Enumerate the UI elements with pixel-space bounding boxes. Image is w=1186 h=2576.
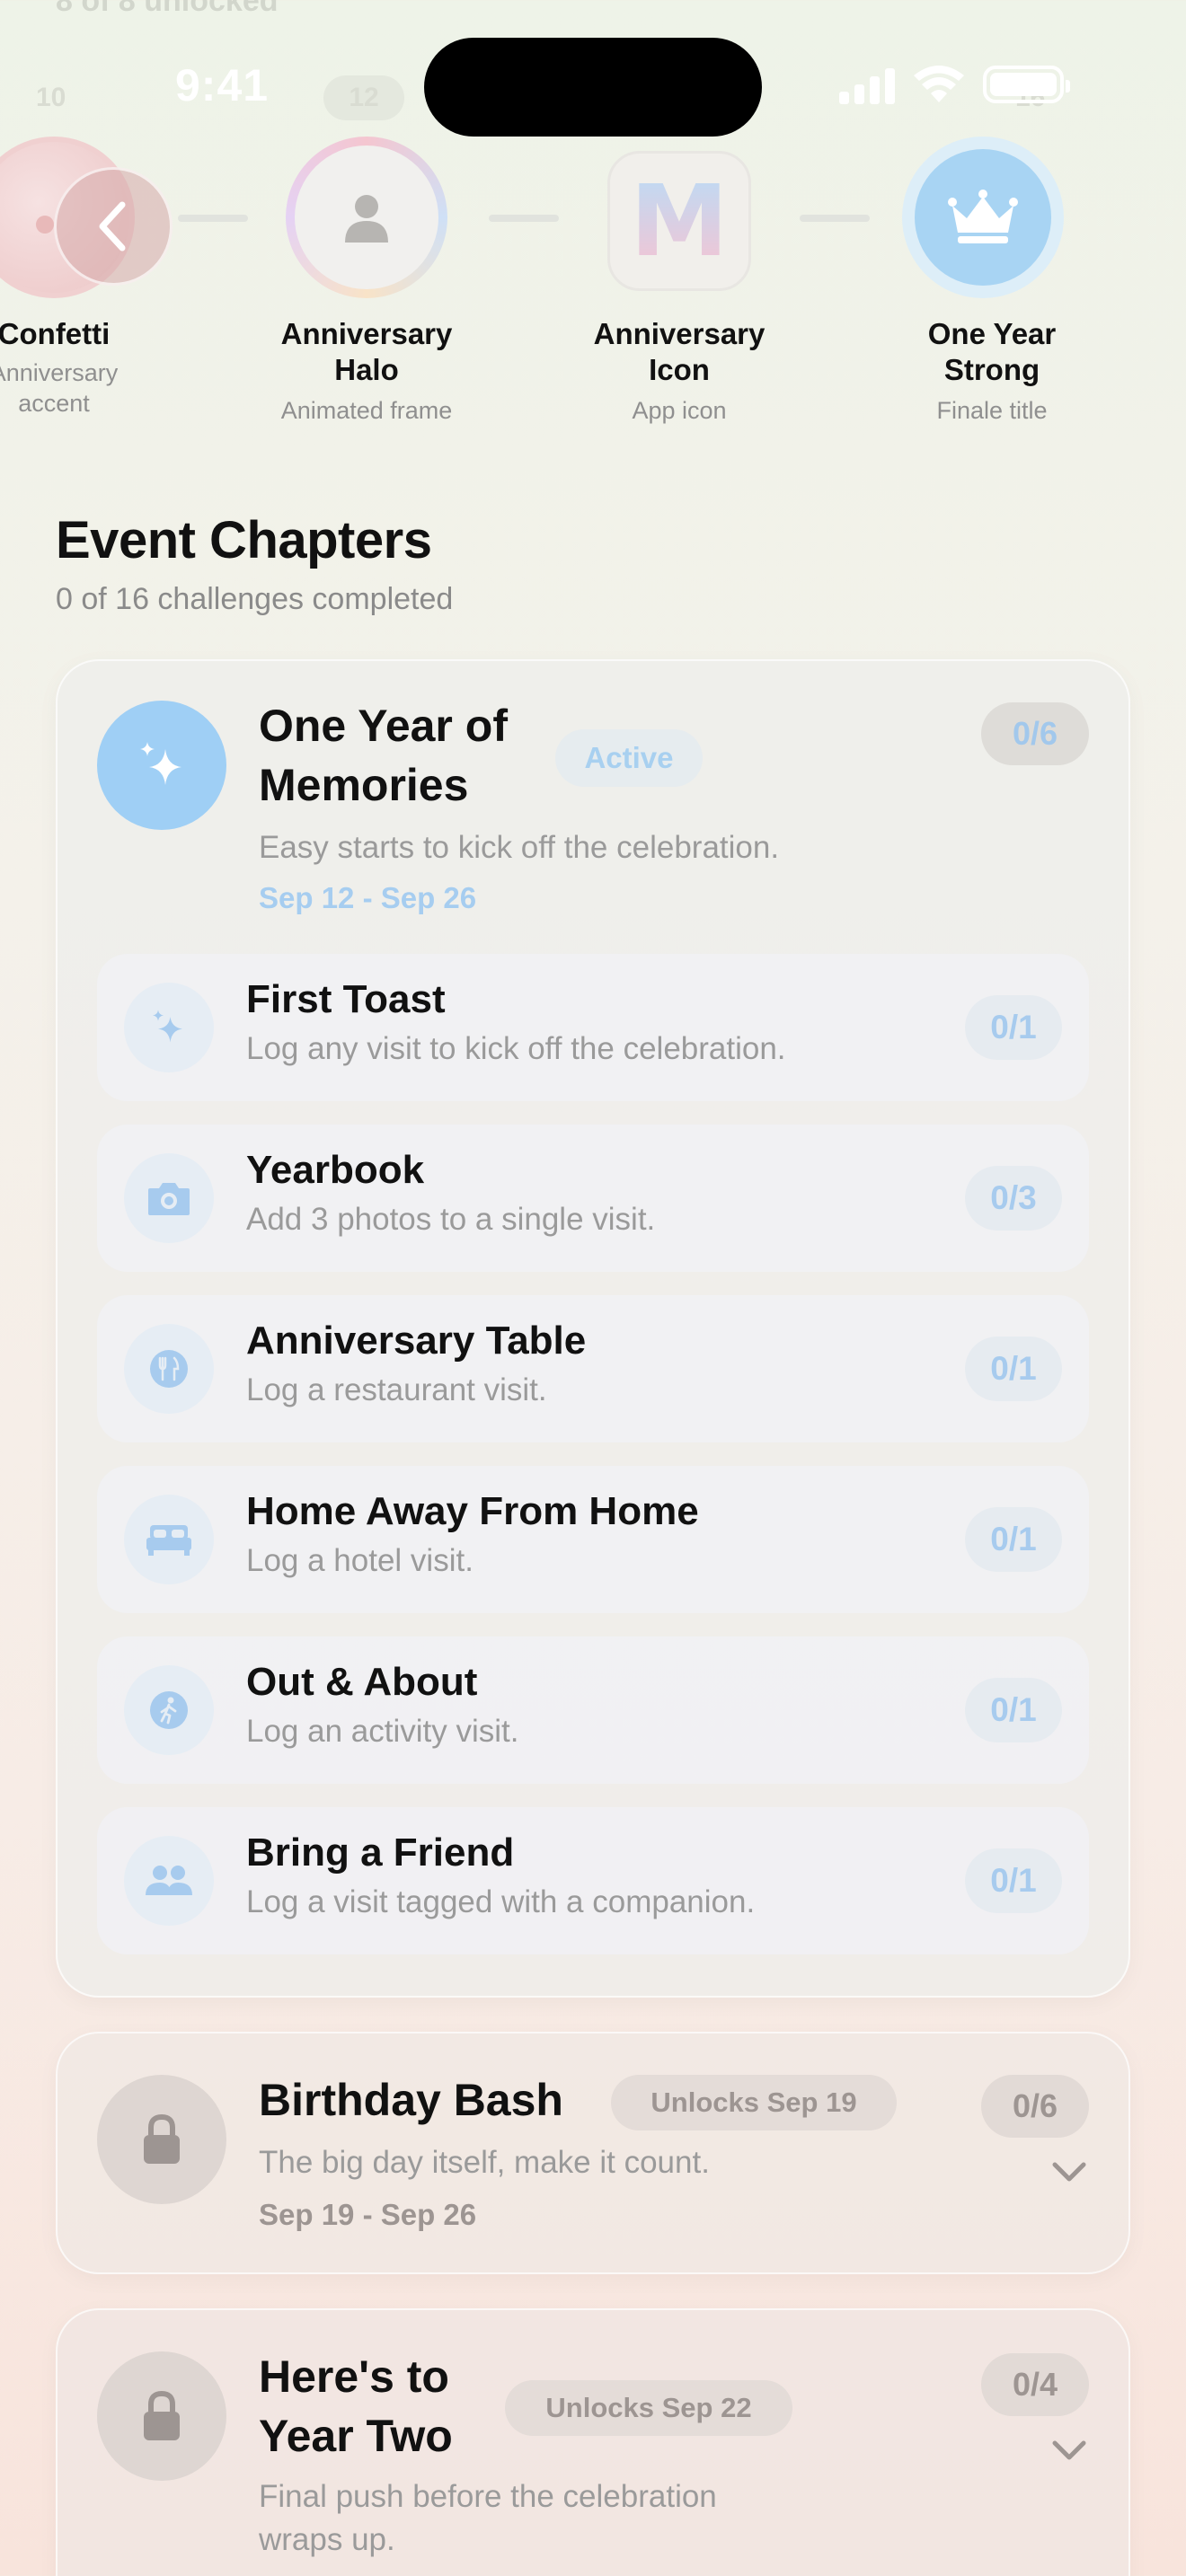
track-connector [800,215,870,222]
unlock-date-badge: Unlocks Sep 19 [611,2075,897,2130]
challenge-description: Log a visit tagged with a companion. [246,1884,756,1919]
chapter-dates: Sep 12 - Sep 26 [259,881,477,914]
reward-subtitle: App icon [632,397,727,424]
reward-subtitle: Anniversary [0,359,119,386]
challenge-count: 0/3 [965,1166,1062,1231]
challenge-icon [124,1153,214,1243]
track-connector [489,215,559,222]
chapter-description: The big day itself, make it count. [259,2145,710,2180]
reward-title: Anniversary [593,317,766,350]
challenge-title: Out & About [246,1660,478,1704]
challenge-count: 0/1 [965,1337,1062,1401]
track-connector [178,215,248,222]
challenge-title: Home Away From Home [246,1489,699,1533]
app-icon-reward: M [607,151,751,291]
challenge-count: 0/1 [965,1678,1062,1742]
reward-title: Icon [649,353,710,386]
wifi-icon [914,66,964,102]
reward-subtitle: Finale title [936,397,1048,424]
challenge-count: 0/1 [965,995,1062,1060]
chapter-title: Year Two [259,2411,453,2461]
sparkles-icon [140,742,181,785]
challenge-icon [124,1836,214,1926]
reward-one-year-strong: One Year Strong Finale title [863,316,1121,426]
reward-title: One Year [927,317,1057,350]
challenge-row[interactable]: Home Away From Home Log a hotel visit. 0… [97,1466,1089,1613]
chapter-title: Birthday Bash [259,2075,563,2125]
challenge-description: Log a restaurant visit. [246,1372,547,1407]
reward-title: Anniversary [280,317,453,350]
status-time: 9:41 [175,60,270,110]
app-icon: M [630,163,729,278]
ghost-milestone-label: 10 [36,83,66,112]
faded-unlocked-banner: 8 of 8 unlocked [56,0,279,18]
challenge-icon [124,983,214,1072]
halo-reward-icon [286,137,447,298]
challenge-icon [124,1665,214,1755]
chapter-dates: Sep 19 - Sep 26 [259,2198,477,2231]
chapter-description: wraps up. [259,2522,395,2557]
active-badge: Active [555,729,703,787]
lock-icon [144,2113,180,2164]
fork-knife-icon [150,1350,188,1388]
chevron-down-icon[interactable] [1051,2439,1087,2463]
camera-icon [148,1183,190,1215]
reward-subtitle: accent [18,390,90,417]
chapter-title: Here's to [259,2351,449,2402]
lock-icon [144,2390,180,2440]
unlock-date-badge: Unlocks Sep 22 [505,2380,792,2436]
reward-app-icon: Anniversary Icon App icon [550,316,809,426]
crown-reward-icon [902,137,1064,298]
reward-title: Strong [943,353,1040,386]
chapter-icon [97,2075,226,2204]
section-subtitle: 0 of 16 challenges completed [56,582,454,616]
chapter-icon [97,701,226,830]
challenge-count: 0/1 [965,1507,1062,1572]
challenge-description: Log any visit to kick off the celebratio… [246,1031,786,1066]
chapter-description: Final push before the celebration [259,2479,717,2514]
battery-icon [983,66,1070,103]
status-icons [839,65,1070,104]
challenge-count: 0/1 [965,1848,1062,1913]
cellular-signal-icon [839,65,895,104]
challenge-icon [124,1324,214,1414]
challenge-icon [124,1495,214,1584]
challenge-row[interactable]: Anniversary Table Log a restaurant visit… [97,1295,1089,1442]
bed-icon [146,1525,191,1556]
sparkles-icon [153,1010,182,1043]
chapter-title: Memories [259,760,469,810]
chevron-left-icon [99,201,126,251]
challenge-row[interactable]: Bring a Friend Log a visit tagged with a… [97,1807,1089,1954]
chapter-progress-count: 0/6 [981,2075,1089,2138]
challenge-row[interactable]: First Toast Log any visit to kick off th… [97,954,1089,1101]
ghost-milestone-pill: 12 [323,75,404,120]
dynamic-island [424,38,762,137]
chapter-icon [97,2351,226,2481]
back-button[interactable] [54,167,173,286]
reward-title: Confetti [0,317,111,350]
reward-confetti: Confetti Anniversary accent [0,316,162,419]
section-title: Event Chapters [56,511,432,569]
challenge-description: Log an activity visit. [246,1714,519,1749]
challenge-row[interactable]: Yearbook Add 3 photos to a single visit.… [97,1125,1089,1272]
challenge-title: First Toast [246,977,446,1021]
challenge-row[interactable]: Out & About Log an activity visit. 0/1 [97,1636,1089,1784]
challenge-title: Bring a Friend [246,1831,515,1875]
chapter-progress-count: 0/6 [981,702,1089,765]
reward-subtitle: Animated frame [280,397,453,424]
crown-icon [948,190,1018,243]
walking-icon [150,1691,188,1729]
reward-halo: Anniversary Halo Animated frame [239,316,494,426]
challenge-title: Yearbook [246,1148,425,1192]
chapter-progress-count: 0/4 [981,2353,1089,2416]
reward-title: Halo [334,353,399,386]
challenge-description: Add 3 photos to a single visit. [246,1202,656,1237]
chevron-down-icon[interactable] [1051,2161,1087,2184]
challenge-title: Anniversary Table [246,1319,587,1363]
chapter-description: Easy starts to kick off the celebration. [259,830,780,865]
chapter-title: One Year of [259,701,508,751]
people-icon [146,1866,192,1895]
challenge-description: Log a hotel visit. [246,1543,474,1578]
person-icon [345,195,388,243]
